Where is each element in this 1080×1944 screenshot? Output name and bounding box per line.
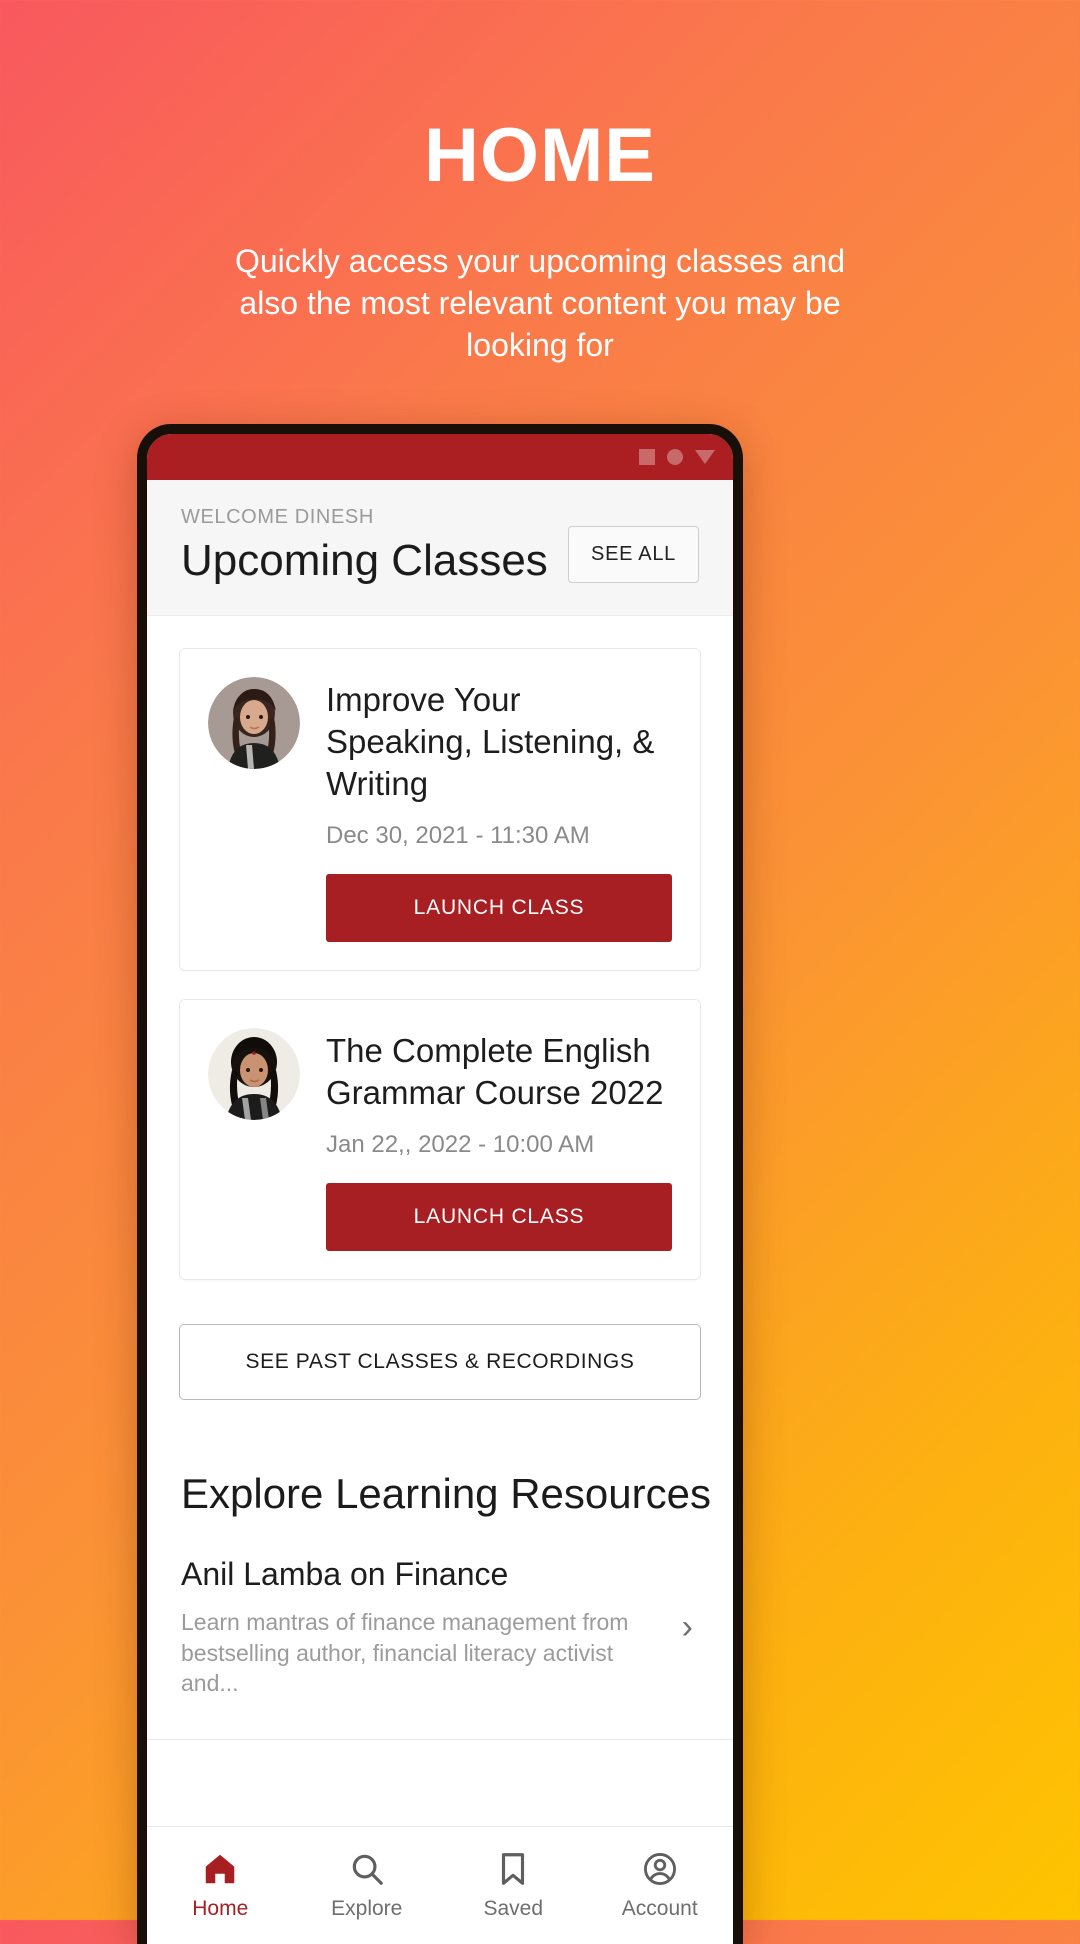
resource-text: Anil Lamba on Finance Learn mantras of f…: [181, 1556, 666, 1699]
phone-mockup: WELCOME DINESH Upcoming Classes SEE ALL: [137, 424, 743, 1944]
class-info: The Complete English Grammar Course 2022…: [326, 1028, 672, 1159]
class-card-top: Improve Your Speaking, Listening, & Writ…: [208, 677, 672, 850]
app-header: WELCOME DINESH Upcoming Classes SEE ALL: [147, 480, 733, 617]
class-datetime: Jan 22,, 2022 - 10:00 AM: [326, 1131, 595, 1159]
instructor-avatar: [208, 677, 300, 770]
nav-item-saved[interactable]: Saved: [440, 1827, 587, 1944]
status-bar: [147, 434, 733, 480]
see-all-button[interactable]: SEE ALL: [568, 526, 699, 583]
chevron-right-icon[interactable]: ›: [682, 1608, 699, 1647]
phone-screen: WELCOME DINESH Upcoming Classes SEE ALL: [147, 434, 733, 1944]
nav-item-account[interactable]: Account: [587, 1827, 734, 1944]
resource-description: Learn mantras of finance management from…: [181, 1609, 629, 1697]
resource-title: Anil Lamba on Finance: [181, 1556, 509, 1593]
class-card-top: The Complete English Grammar Course 2022…: [208, 1028, 672, 1159]
class-info: Improve Your Speaking, Listening, & Writ…: [326, 677, 672, 850]
section-divider: [147, 1739, 733, 1741]
page-title: Upcoming Classes: [181, 536, 548, 585]
bookmark-icon: [502, 1853, 525, 1885]
main-content: Improve Your Speaking, Listening, & Writ…: [147, 616, 733, 1741]
bottom-navigation: Home Explore Saved Account: [147, 1826, 733, 1944]
nav-label-explore: Explore: [331, 1897, 403, 1920]
nav-label-saved: Saved: [483, 1897, 544, 1920]
promo-header: HOME Quickly access your upcoming classe…: [0, 0, 1080, 367]
instructor-avatar: [208, 1028, 300, 1121]
class-datetime: Dec 30, 2021 - 11:30 AM: [326, 822, 590, 850]
class-title: The Complete English Grammar Course 2022: [326, 1032, 664, 1111]
triangle-down-icon: [695, 450, 715, 464]
circle-icon: [667, 449, 683, 465]
class-title: Improve Your Speaking, Listening, & Writ…: [326, 681, 655, 802]
promo-title: HOME: [424, 113, 656, 198]
resource-list-item[interactable]: Anil Lamba on Finance Learn mantras of f…: [181, 1556, 699, 1699]
nav-item-explore[interactable]: Explore: [294, 1827, 441, 1944]
see-past-classes-button[interactable]: SEE PAST CLASSES & RECORDINGS: [179, 1324, 701, 1401]
launch-button-wrap: LAUNCH CLASS: [208, 1183, 672, 1252]
account-circle-icon: [643, 1853, 676, 1885]
stop-square-icon: [639, 449, 655, 465]
class-card[interactable]: Improve Your Speaking, Listening, & Writ…: [179, 648, 701, 972]
nav-label-home: Home: [192, 1897, 249, 1920]
home-icon: [206, 1854, 235, 1884]
welcome-label: WELCOME DINESH: [181, 506, 374, 528]
launch-button-wrap: LAUNCH CLASS: [208, 874, 672, 943]
promo-subtitle: Quickly access your upcoming classes and…: [234, 243, 846, 364]
search-icon: [352, 1854, 383, 1885]
nav-label-account: Account: [621, 1897, 698, 1920]
launch-class-button[interactable]: LAUNCH CLASS: [326, 1183, 672, 1252]
class-card[interactable]: The Complete English Grammar Course 2022…: [179, 999, 701, 1281]
nav-item-home[interactable]: Home: [147, 1827, 294, 1944]
app-header-text: WELCOME DINESH Upcoming Classes: [181, 506, 548, 585]
explore-heading: Explore Learning Resources: [181, 1470, 711, 1518]
launch-class-button[interactable]: LAUNCH CLASS: [326, 874, 672, 943]
